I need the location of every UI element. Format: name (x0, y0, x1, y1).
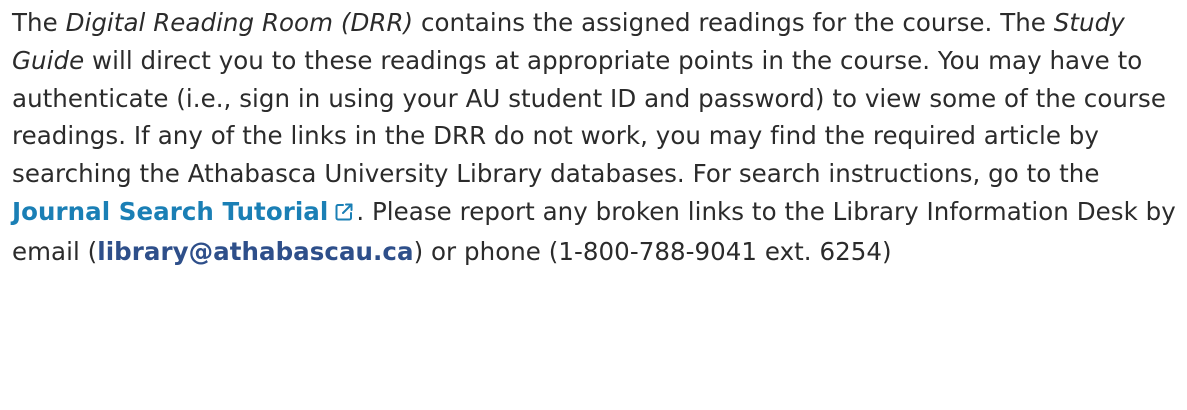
text-segment: contains the assigned readings for the c… (413, 8, 1054, 37)
text-segment: will direct you to these readings at app… (12, 45, 1166, 189)
reading-room-info: The Digital Reading Room (DRR) contains … (0, 0, 1187, 271)
drr-title: Digital Reading Room (DRR) (65, 8, 414, 37)
text-segment: ) or phone (1-800-788-9041 ext. 6254) (413, 236, 892, 266)
journal-search-tutorial-link[interactable]: Journal Search Tutorial (12, 197, 328, 226)
external-link-icon[interactable] (334, 195, 354, 233)
info-paragraph: The Digital Reading Room (DRR) contains … (12, 4, 1177, 271)
text-segment: The (12, 8, 66, 37)
library-email-link[interactable]: library@athabascau.ca (97, 237, 413, 266)
